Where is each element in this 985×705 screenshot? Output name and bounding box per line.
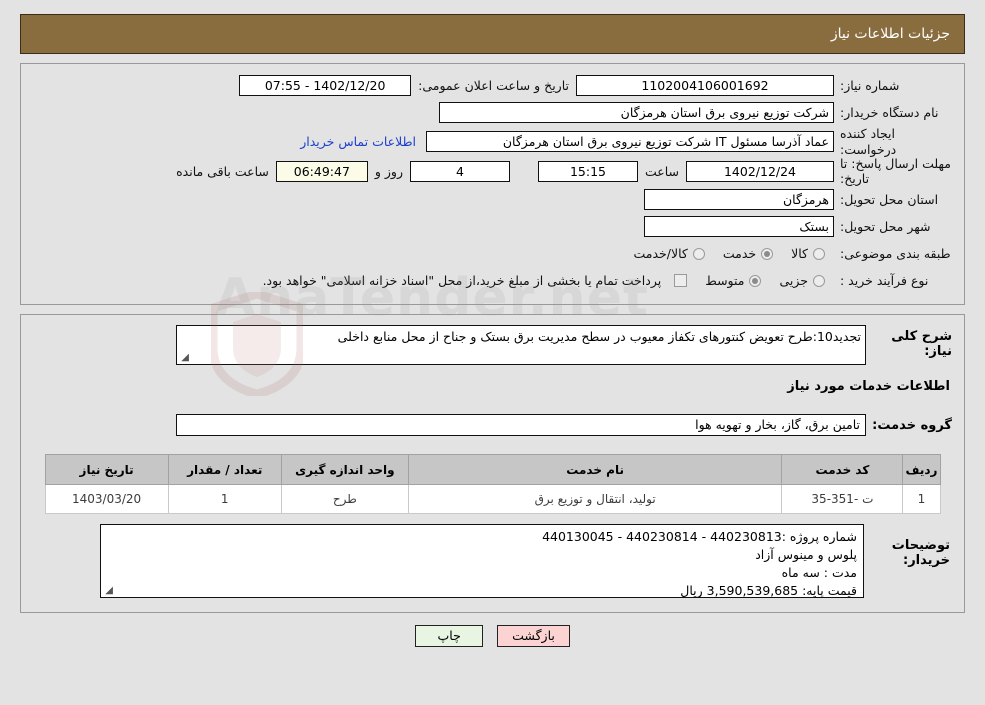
radio-icon bbox=[749, 274, 762, 287]
buyer-contact-link[interactable]: اطلاعات تماس خریدار bbox=[290, 134, 426, 149]
resize-grip-icon[interactable]: ◢ bbox=[103, 586, 113, 596]
process-radio-jozii[interactable]: جزیی bbox=[770, 273, 834, 288]
action-button-bar: بازگشت چاپ bbox=[0, 625, 985, 647]
remaining-days-field: 4 bbox=[409, 161, 510, 183]
cell-radif: 1 bbox=[902, 484, 941, 514]
category-label: طبقه بندی موضوعی: bbox=[840, 245, 951, 261]
row-buyer-notes: توضیحات خریدار: شماره پروژه :440230813 -… bbox=[33, 524, 952, 598]
province-field[interactable]: هرمزگان bbox=[644, 189, 834, 210]
buyer-notes-line: قیمت پایه: 3,590,539,685 ریال bbox=[680, 583, 857, 598]
service-group-label: گروه خدمت: bbox=[872, 417, 952, 433]
treasury-note-label: پرداخت تمام یا بخشی از مبلغ خرید،از محل … bbox=[262, 273, 662, 288]
row-buyer-org: نام دستگاه خریدار: شرکت توزیع نیروی برق … bbox=[33, 99, 952, 126]
col-unit: واحد اندازه گیری bbox=[280, 454, 409, 485]
radio-icon bbox=[813, 274, 825, 287]
process-option-label: جزیی bbox=[779, 273, 808, 288]
row-province: استان محل تحویل: هرمزگان bbox=[33, 186, 952, 213]
buyer-notes-textarea[interactable]: شماره پروژه :440230813 - 440230814 - 440… bbox=[100, 524, 864, 598]
process-option-label: متوسط bbox=[705, 273, 745, 288]
announce-label: تاریخ و ساعت اعلان عمومی: bbox=[418, 78, 569, 93]
col-radif: ردیف bbox=[902, 454, 941, 485]
service-group-field[interactable]: تامین برق، گاز، بخار و تهویه هوا bbox=[176, 414, 866, 436]
col-need-date: تاریخ نیاز bbox=[44, 454, 169, 485]
back-button[interactable]: بازگشت bbox=[497, 625, 570, 647]
category-option-label: خدمت bbox=[722, 246, 757, 261]
radio-icon bbox=[813, 247, 825, 260]
treasury-checkbox-group[interactable]: پرداخت تمام یا بخشی از مبلغ خرید،از محل … bbox=[254, 273, 697, 288]
col-service-name: نام خدمت bbox=[407, 454, 783, 485]
service-info-panel: شرح کلی نیاز: تجدید10:طرح تعویض کنتورهای… bbox=[20, 314, 965, 613]
page-header: جزئیات اطلاعات نیاز bbox=[20, 14, 965, 54]
row-general-description: شرح کلی نیاز: تجدید10:طرح تعویض کنتورهای… bbox=[33, 325, 952, 365]
general-description-label: شرح کلی نیاز: bbox=[891, 329, 952, 359]
general-description-value: تجدید10:طرح تعویض کنتورهای تکفاز معیوب د… bbox=[337, 329, 861, 344]
checkbox-icon[interactable] bbox=[674, 274, 688, 287]
buyer-notes-line: شماره پروژه :440230813 - 440230814 - 440… bbox=[542, 529, 857, 544]
row-process-type: نوع فرآیند خرید : جزیی متوسط پرداخت تمام… bbox=[33, 267, 952, 294]
buyer-org-label: نام دستگاه خریدار: bbox=[840, 104, 939, 120]
print-button[interactable]: چاپ bbox=[415, 625, 484, 647]
services-table: ردیف کد خدمت نام خدمت واحد اندازه گیری ت… bbox=[44, 454, 941, 514]
deadline-date-field[interactable]: 1402/12/24 bbox=[686, 161, 834, 183]
row-deadline: مهلت ارسال پاسخ: تا تاریخ: 1402/12/24 سا… bbox=[33, 157, 952, 186]
process-type-label: نوع فرآیند خرید : bbox=[840, 272, 929, 288]
remaining-label: ساعت باقی مانده bbox=[176, 164, 269, 180]
radio-icon bbox=[692, 247, 705, 260]
cell-service-code: ت -351-35 bbox=[781, 484, 904, 514]
row-creator: ایجاد کننده درخواست: عماد آذرسا مسئول IT… bbox=[33, 126, 952, 157]
buyer-org-field[interactable]: شرکت توزیع نیروی برق استان هرمزگان bbox=[439, 102, 834, 123]
countdown-field: 06:49:47 bbox=[275, 161, 368, 183]
buyer-notes-label: توضیحات خریدار: bbox=[891, 538, 950, 568]
cell-need-date: 1403/03/20 bbox=[44, 484, 169, 514]
row-need-number: شماره نیاز: 1102004106001692 تاریخ و ساع… bbox=[33, 72, 952, 99]
category-radio-kala[interactable]: کالا bbox=[782, 246, 834, 261]
radio-icon bbox=[761, 247, 774, 260]
resize-grip-icon[interactable]: ◢ bbox=[179, 353, 189, 363]
col-service-code: کد خدمت bbox=[781, 454, 904, 485]
deadline-time-field[interactable]: 15:15 bbox=[537, 161, 638, 183]
category-radio-khedmat[interactable]: خدمت bbox=[714, 246, 782, 261]
page-title: جزئیات اطلاعات نیاز bbox=[830, 26, 950, 42]
general-description-textarea[interactable]: تجدید10:طرح تعویض کنتورهای تکفاز معیوب د… bbox=[176, 325, 866, 365]
need-info-panel: شماره نیاز: 1102004106001692 تاریخ و ساع… bbox=[20, 63, 965, 399]
deadline-time-label: ساعت bbox=[644, 164, 679, 180]
deadline-label: مهلت ارسال پاسخ: تا تاریخ: bbox=[840, 156, 951, 186]
buyer-notes-line: پلوس و مینوس آزاد bbox=[755, 547, 857, 563]
need-number-label: شماره نیاز: bbox=[840, 77, 900, 93]
services-section-heading: اطلاعات خدمات مورد نیاز bbox=[787, 379, 950, 394]
province-label: استان محل تحویل: bbox=[840, 191, 939, 207]
cell-service-name: تولید، انتقال و توزیع برق bbox=[407, 484, 783, 514]
days-label: روز و bbox=[374, 164, 403, 180]
col-quantity: تعداد / مقدار bbox=[167, 454, 282, 485]
process-radio-motavaset[interactable]: متوسط bbox=[696, 273, 770, 288]
row-service-group: گروه خدمت: تامین برق، گاز، بخار و تهویه … bbox=[33, 414, 952, 436]
city-label: شهر محل تحویل: bbox=[840, 218, 931, 234]
category-option-label: کالا/خدمت bbox=[633, 246, 688, 261]
cell-unit: طرح bbox=[280, 484, 409, 514]
cell-quantity: 1 bbox=[167, 484, 282, 514]
creator-label: ایجاد کننده درخواست: bbox=[840, 126, 897, 157]
category-radio-kala-khedmat[interactable]: کالا/خدمت bbox=[624, 246, 713, 261]
row-city: شهر محل تحویل: بستک bbox=[33, 213, 952, 240]
table-header-row: ردیف کد خدمت نام خدمت واحد اندازه گیری ت… bbox=[44, 454, 941, 485]
category-option-label: کالا bbox=[791, 246, 808, 261]
buyer-notes-line: مدت : سه ماه bbox=[781, 565, 857, 581]
announce-datetime-field[interactable]: 1402/12/20 - 07:55 bbox=[239, 75, 412, 96]
row-category: طبقه بندی موضوعی: کالا خدمت کالا/خدمت bbox=[33, 240, 952, 267]
creator-field[interactable]: عماد آذرسا مسئول IT شرکت توزیع نیروی برق… bbox=[426, 131, 834, 153]
city-field[interactable]: بستک bbox=[644, 216, 834, 237]
table-row: 1 ت -351-35 تولید، انتقال و توزیع برق طر… bbox=[44, 484, 941, 514]
need-number-field[interactable]: 1102004106001692 bbox=[576, 75, 834, 96]
